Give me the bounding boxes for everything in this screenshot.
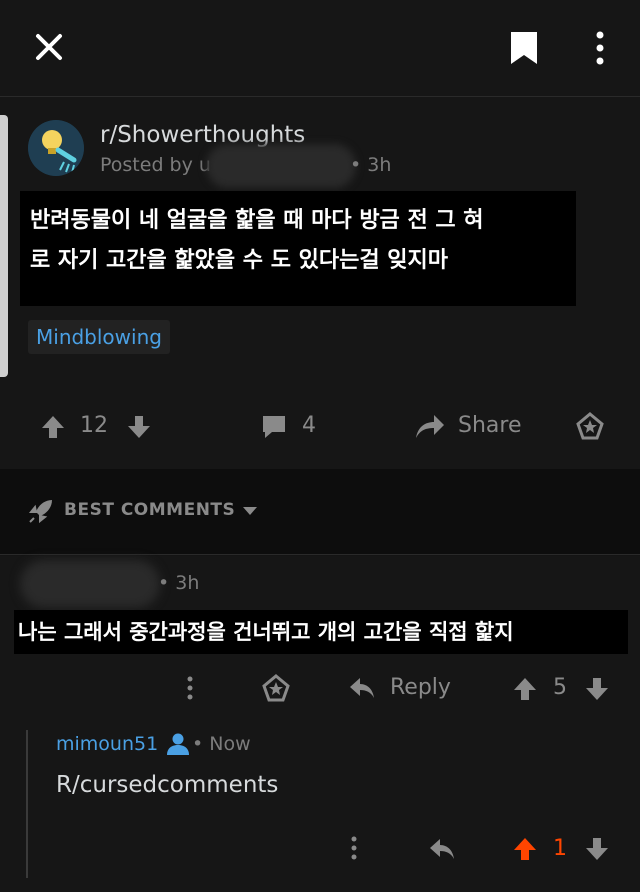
- redacted-username: [206, 144, 356, 188]
- comment-icon[interactable]: [260, 414, 288, 440]
- sort-label[interactable]: BEST COMMENTS: [64, 500, 235, 520]
- comment-more-icon[interactable]: [184, 676, 196, 700]
- comment-text: 나는 그래서 중간과정을 건너뛰고 개의 고간을 직접 핥지: [18, 620, 514, 644]
- post-title-line2: 로 자기 고간을 핥았을 수 도 있다는걸 잊지마: [30, 248, 448, 273]
- posted-by[interactable]: Posted by u: [100, 154, 211, 176]
- award-icon[interactable]: [576, 412, 604, 440]
- more-vertical-icon[interactable]: [592, 30, 608, 66]
- showerhead-icon: [28, 120, 84, 176]
- comment-vote-count: 5: [553, 675, 567, 700]
- rocket-icon: [28, 500, 52, 524]
- reply-button[interactable]: Reply: [390, 675, 451, 700]
- post-title: 반려동물이 네 얼굴을 핥을 때 마다 방금 전 그 혀 로 자기 고간을 핥았…: [20, 191, 576, 306]
- reply-to-reply-icon[interactable]: [428, 837, 456, 861]
- comment-upvote-icon[interactable]: [512, 676, 538, 702]
- reply-time: • Now: [192, 733, 251, 755]
- reply-more-icon[interactable]: [348, 836, 360, 860]
- close-icon[interactable]: [34, 32, 64, 62]
- share-icon[interactable]: [414, 412, 446, 440]
- bookmark-icon[interactable]: [509, 30, 539, 66]
- upvote-count: 12: [80, 413, 108, 438]
- comment-body: 나는 그래서 중간과정을 건너뛰고 개의 고간을 직접 핥지: [14, 610, 628, 654]
- subreddit-avatar[interactable]: [28, 120, 84, 176]
- thread-line[interactable]: [26, 730, 28, 878]
- share-button[interactable]: Share: [458, 413, 522, 438]
- chevron-down-icon[interactable]: [242, 506, 258, 516]
- post-title-line1: 반려동물이 네 얼굴을 핥을 때 마다 방금 전 그 혀: [30, 208, 484, 233]
- comment-time: • 3h: [158, 572, 200, 594]
- comment-award-icon[interactable]: [262, 674, 290, 702]
- top-bar: [0, 0, 640, 97]
- comment-count: 4: [302, 413, 316, 438]
- reply-username[interactable]: mimoun51: [56, 733, 158, 755]
- post-flair[interactable]: Mindblowing: [28, 320, 170, 354]
- downvote-icon[interactable]: [126, 414, 152, 440]
- reply-downvote-icon[interactable]: [584, 836, 610, 862]
- reply-upvote-icon[interactable]: [512, 836, 538, 862]
- comment-downvote-icon[interactable]: [584, 676, 610, 702]
- user-icon: [167, 733, 189, 755]
- upvote-icon[interactable]: [40, 414, 66, 440]
- reply-vote-count: 1: [553, 836, 567, 861]
- reply-text: R/cursedcomments: [56, 772, 279, 798]
- post-time: • 3h: [350, 154, 392, 176]
- scrollbar[interactable]: [0, 115, 8, 377]
- redacted-commenter: [20, 560, 160, 608]
- reply-icon[interactable]: [348, 676, 376, 700]
